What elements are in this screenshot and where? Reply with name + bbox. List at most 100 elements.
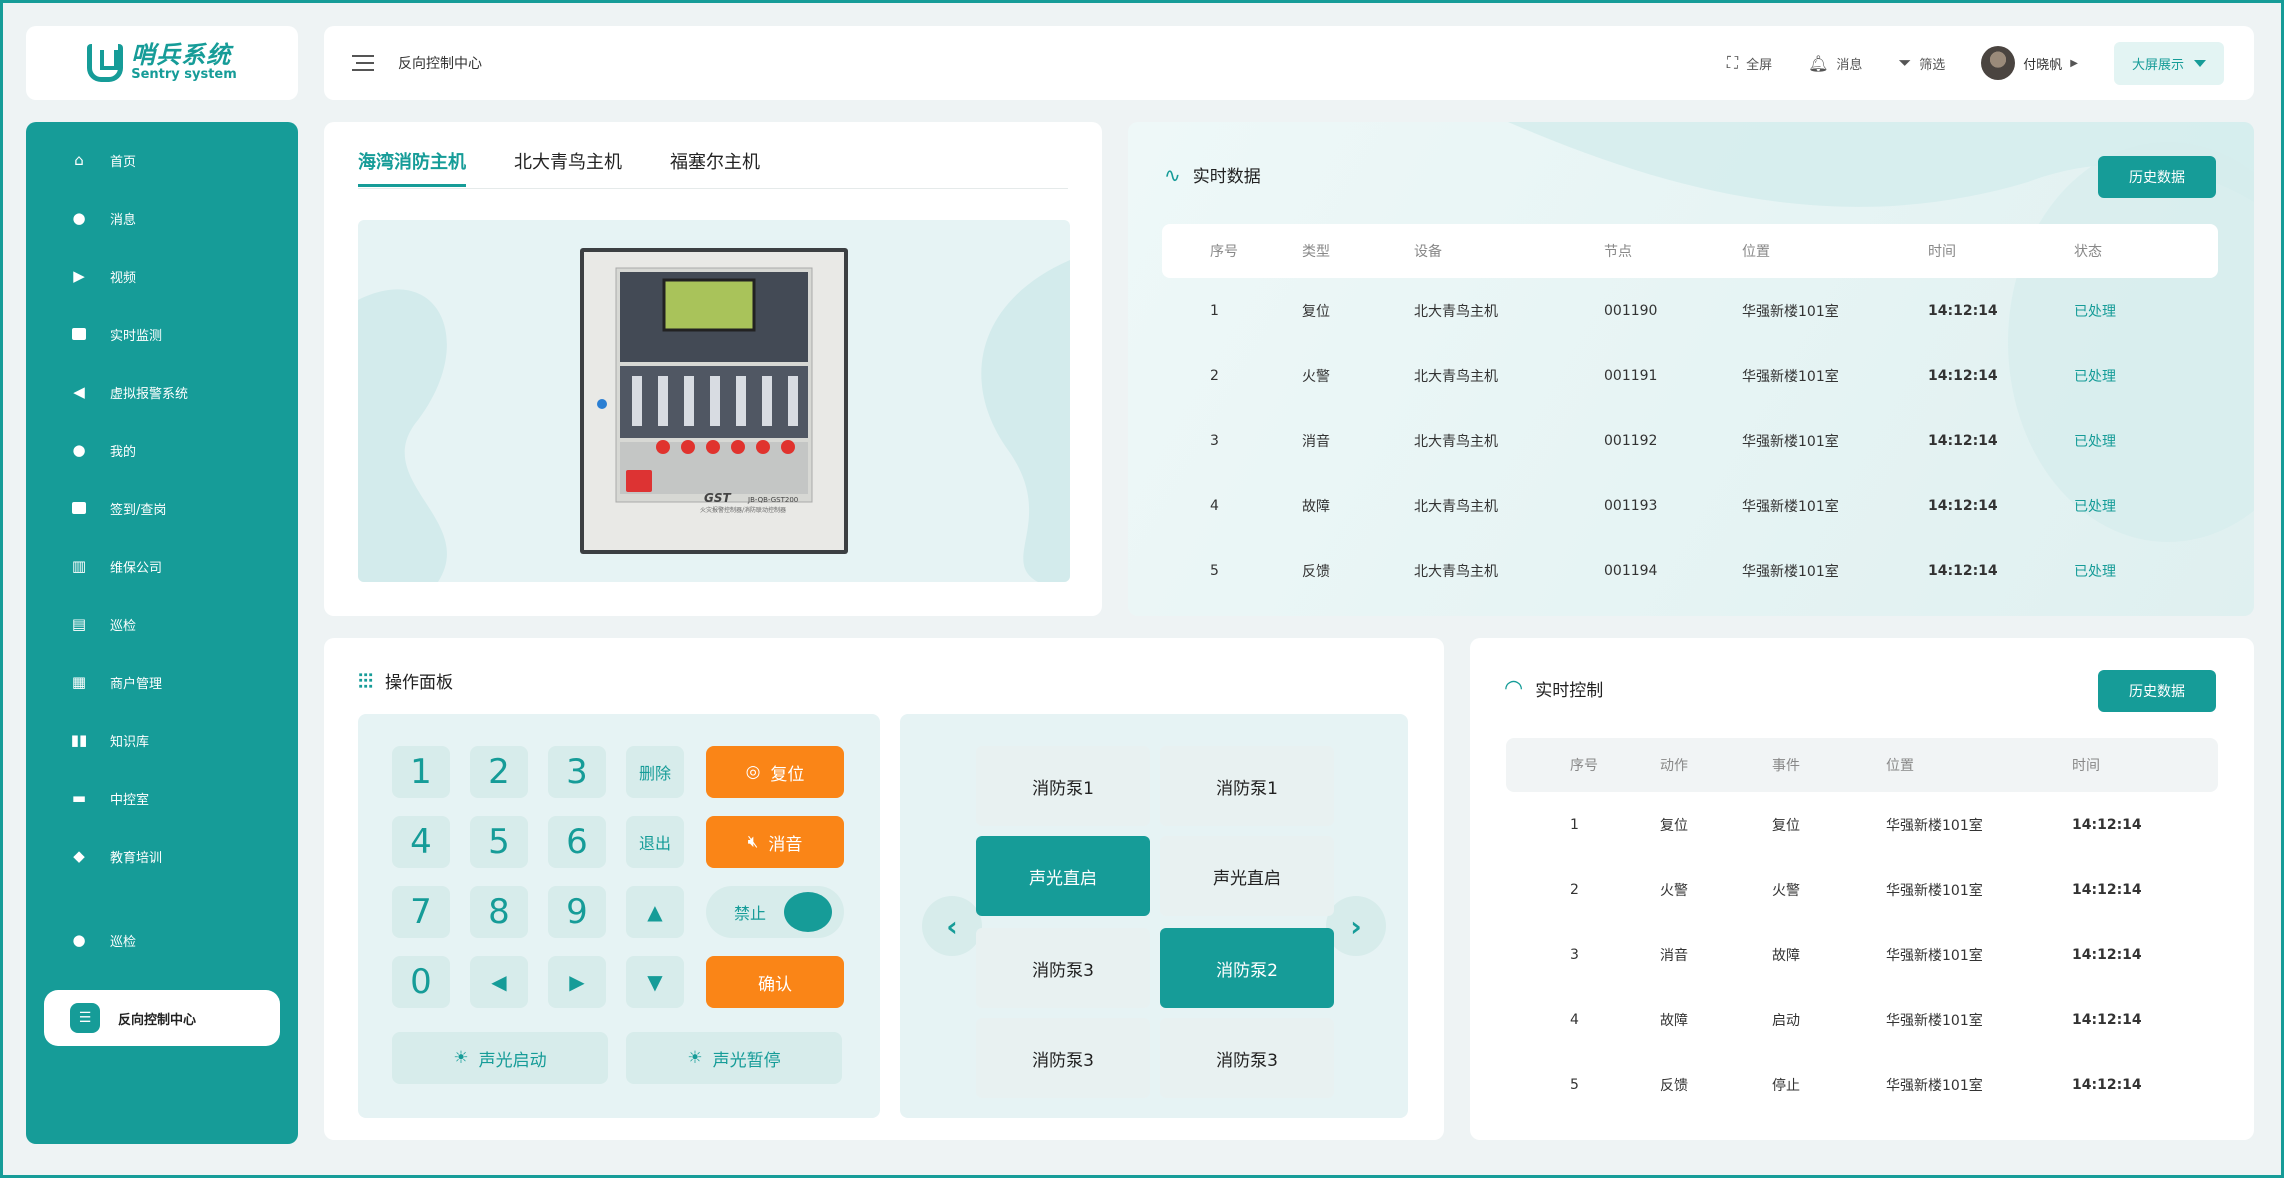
sidebar-item-knowledge[interactable]: ▮▮ 知识库 bbox=[26, 720, 298, 760]
confirm-button[interactable]: 确认 bbox=[706, 956, 844, 1008]
table-row[interactable]: 1 复位 复位 华强新楼101室 14:12:14 bbox=[1570, 792, 2210, 857]
pump-button[interactable]: 消防泵1 bbox=[1160, 746, 1334, 826]
chevron-right-icon: › bbox=[1350, 909, 1362, 943]
exit-button[interactable]: 退出 bbox=[626, 816, 684, 868]
table-row[interactable]: 5 反馈 停止 华强新楼101室 14:12:14 bbox=[1570, 1052, 2210, 1117]
tab-haiwan[interactable]: 海湾消防主机 bbox=[358, 148, 466, 187]
cell: 故障 bbox=[1302, 498, 1330, 515]
sidebar-item-checkin[interactable]: 签到/查岗 bbox=[26, 488, 298, 528]
pump-button[interactable]: 消防泵2 bbox=[1160, 928, 1334, 1008]
pump-button[interactable]: 消防泵1 bbox=[976, 746, 1150, 826]
column-header: 设备 bbox=[1414, 244, 1442, 260]
table-row[interactable]: 3 消音 故障 华强新楼101室 14:12:14 bbox=[1570, 922, 2210, 987]
sidebar: ⌂ 首页 ● 消息 ▶ 视频 实时监测 ◀ 虚拟报警系统 ● 我的 签到/查岗 ▥ 维保公司… bbox=[26, 122, 298, 1144]
table-row[interactable]: 1 复位 北大青鸟主机 001190 华强新楼101室 14:12:14 已处理 bbox=[1210, 278, 2210, 343]
column-header: 动作 bbox=[1660, 758, 1688, 774]
reset-button[interactable]: ◎ 复位 bbox=[706, 746, 844, 798]
table-row[interactable]: 3 消音 北大青鸟主机 001192 华强新楼101室 14:12:14 已处理 bbox=[1210, 408, 2210, 473]
caret-down-icon bbox=[2194, 59, 2206, 67]
disable-toggle[interactable]: 禁止 bbox=[706, 886, 844, 938]
key-0[interactable]: 0 bbox=[392, 956, 450, 1008]
arrow-right-button[interactable]: ▶ bbox=[548, 956, 606, 1008]
sidebar-item-messages[interactable]: ● 消息 bbox=[26, 198, 298, 238]
light-start-button[interactable]: ☀ 声光启动 bbox=[392, 1032, 608, 1084]
key-7[interactable]: 7 bbox=[392, 886, 450, 938]
messages-button[interactable]: 🔔︎ 消息 bbox=[1808, 54, 1862, 73]
user-menu[interactable]: 付晓帆 ▶ bbox=[1981, 46, 2078, 80]
cell: 14:12:14 bbox=[2072, 946, 2142, 963]
cell: 华强新楼101室 bbox=[1886, 817, 1983, 834]
sidebar-item-monitor[interactable]: 实时监测 bbox=[26, 314, 298, 354]
sidebar-item-home[interactable]: ⌂ 首页 bbox=[26, 140, 298, 180]
sidebar-item-maintenance[interactable]: ▥ 维保公司 bbox=[26, 546, 298, 586]
cell: 001190 bbox=[1604, 302, 1658, 319]
cell: 3 bbox=[1210, 432, 1219, 449]
cell: 001193 bbox=[1604, 497, 1658, 514]
arrow-down-button[interactable]: ▼ bbox=[626, 956, 684, 1008]
table-row[interactable]: 5 反馈 北大青鸟主机 001194 华强新楼101室 14:12:14 已处理 bbox=[1210, 538, 2210, 603]
cell: 14:12:14 bbox=[1928, 302, 1998, 319]
realtime-control-history-button[interactable]: 历史数据 bbox=[2098, 670, 2216, 712]
realtime-control-header: ◠ 实时控制 bbox=[1504, 676, 1603, 701]
delete-button[interactable]: 删除 bbox=[626, 746, 684, 798]
key-9[interactable]: 9 bbox=[548, 886, 606, 938]
cell: 2 bbox=[1210, 367, 1219, 384]
operation-panel-header: ⫶⫶⫶ 操作面板 bbox=[358, 668, 453, 694]
cell: 复位 bbox=[1302, 303, 1330, 320]
key-5[interactable]: 5 bbox=[470, 816, 528, 868]
realtime-data-history-button[interactable]: 历史数据 bbox=[2098, 156, 2216, 198]
sidebar-item-inspector[interactable]: ● 巡检 bbox=[26, 920, 298, 960]
logo-subtitle: Sentry system bbox=[131, 67, 237, 82]
table-header-row: 序号 类型 设备 节点 位置 时间 状态 bbox=[1210, 224, 2210, 278]
realtime-control-title: 实时控制 bbox=[1535, 681, 1604, 701]
logo-title: 哨兵系统 bbox=[131, 42, 232, 69]
sidebar-item-mine[interactable]: ● 我的 bbox=[26, 430, 298, 470]
big-screen-button[interactable]: 大屏展示 bbox=[2113, 41, 2224, 85]
menu-toggle-icon[interactable] bbox=[352, 55, 374, 71]
pump-button[interactable]: 声光直启 bbox=[976, 836, 1150, 916]
mute-button[interactable]: 🔇︎ 消音 bbox=[706, 816, 844, 868]
prev-page-button[interactable]: ‹ bbox=[922, 896, 982, 956]
light-pause-label: 声光暂停 bbox=[712, 1050, 781, 1071]
table-row[interactable]: 2 火警 火警 华强新楼101室 14:12:14 bbox=[1570, 857, 2210, 922]
realtime-data-header: ∿ 实时数据 bbox=[1164, 162, 1261, 188]
key-4[interactable]: 4 bbox=[392, 816, 450, 868]
arrow-up-button[interactable]: ▲ bbox=[626, 886, 684, 938]
light-pause-button[interactable]: ☀ 声光暂停 bbox=[626, 1032, 842, 1084]
key-2[interactable]: 2 bbox=[470, 746, 528, 798]
fullscreen-icon: ⛶ bbox=[1726, 53, 1739, 72]
column-header: 序号 bbox=[1210, 244, 1238, 260]
sidebar-item-merchant[interactable]: ▦ 商户管理 bbox=[26, 662, 298, 702]
key-6[interactable]: 6 bbox=[548, 816, 606, 868]
pump-button[interactable]: 声光直启 bbox=[1160, 836, 1334, 916]
sidebar-item-virtual-alarm[interactable]: ◀ 虚拟报警系统 bbox=[26, 372, 298, 412]
cell: 1 bbox=[1570, 816, 1579, 833]
table-row[interactable]: 2 火警 北大青鸟主机 001191 华强新楼101室 14:12:14 已处理 bbox=[1210, 343, 2210, 408]
pump-button[interactable]: 消防泵3 bbox=[1160, 1018, 1334, 1098]
tab-fusaier[interactable]: 福塞尔主机 bbox=[670, 148, 760, 187]
sidebar-item-inspection[interactable]: ▤ 巡检 bbox=[26, 604, 298, 644]
table-row[interactable]: 4 故障 北大青鸟主机 001193 华强新楼101室 14:12:14 已处理 bbox=[1210, 473, 2210, 538]
cell: 14:12:14 bbox=[2072, 816, 2142, 833]
fullscreen-button[interactable]: ⛶ 全屏 bbox=[1727, 53, 1772, 73]
home-icon: ⌂ bbox=[74, 151, 84, 169]
sidebar-item-reverse-control[interactable]: ☰ 反向控制中心 bbox=[44, 990, 280, 1046]
cell: 华强新楼101室 bbox=[1742, 368, 1839, 385]
next-page-button[interactable]: › bbox=[1326, 896, 1386, 956]
cell: 消音 bbox=[1302, 433, 1330, 450]
pump-button[interactable]: 消防泵3 bbox=[976, 928, 1150, 1008]
table-row[interactable]: 4 故障 启动 华强新楼101室 14:12:14 bbox=[1570, 987, 2210, 1052]
sidebar-item-control-room[interactable]: ▬ 中控室 bbox=[26, 778, 298, 818]
status-cell: 已处理 bbox=[2074, 563, 2116, 580]
sidebar-item-training[interactable]: ◆ 教育培训 bbox=[26, 836, 298, 876]
key-3[interactable]: 3 bbox=[548, 746, 606, 798]
key-8[interactable]: 8 bbox=[470, 886, 528, 938]
sidebar-item-video[interactable]: ▶ 视频 bbox=[26, 256, 298, 296]
reset-label: 复位 bbox=[770, 764, 805, 785]
tab-beida-qingniao[interactable]: 北大青鸟主机 bbox=[514, 148, 622, 187]
arrow-left-button[interactable]: ◀ bbox=[470, 956, 528, 1008]
key-1[interactable]: 1 bbox=[392, 746, 450, 798]
filter-button[interactable]: ⏷ 筛选 bbox=[1898, 53, 1945, 73]
pump-button[interactable]: 消防泵3 bbox=[976, 1018, 1150, 1098]
operation-panel: ⫶⫶⫶ 操作面板 1 2 3 删除 ◎ 复位 4 5 6 退出 🔇︎ 消音 7 8 … bbox=[324, 638, 1444, 1140]
